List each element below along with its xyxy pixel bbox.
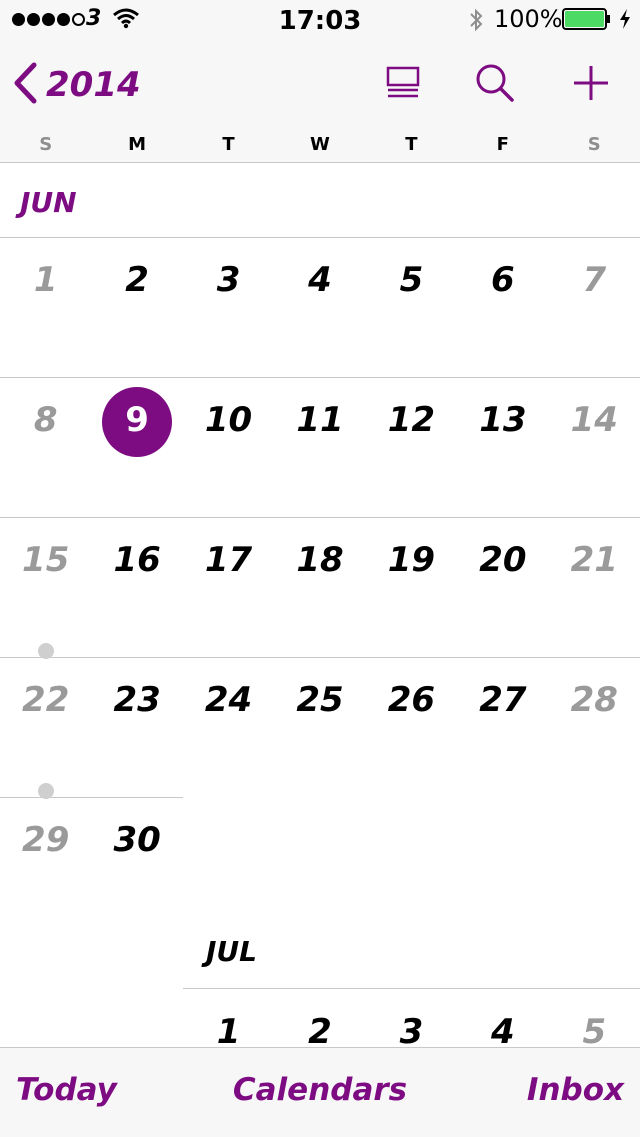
today-date[interactable]: 9 — [91, 400, 182, 440]
signal-dot — [57, 13, 70, 26]
calendar-header: 3 17:03 100% 2014 S M T W T F S — [0, 0, 640, 163]
chevron-left-icon — [12, 61, 38, 109]
day-cell[interactable]: 28 — [549, 680, 640, 720]
signal-strength-icon — [12, 13, 87, 26]
list-view-button[interactable] — [378, 62, 428, 108]
day-cell[interactable]: 7 — [549, 260, 640, 300]
back-to-year-button[interactable]: 2014 — [12, 62, 141, 108]
day-cell[interactable]: 23 — [91, 680, 182, 720]
day-cell[interactable]: 8 — [0, 400, 91, 440]
back-label: 2014 — [46, 65, 141, 105]
list-view-icon — [386, 66, 420, 104]
day-cell[interactable]: 6 — [457, 260, 548, 300]
search-button[interactable] — [470, 62, 520, 108]
day-cell[interactable]: 24 — [183, 680, 274, 720]
day-cell[interactable]: 17 — [183, 540, 274, 580]
weekday-label: S — [587, 134, 601, 155]
day-cell[interactable]: 16 — [91, 540, 182, 580]
day-cell[interactable]: 3 — [183, 260, 274, 300]
day-cell[interactable]: 25 — [274, 680, 365, 720]
search-icon — [475, 63, 515, 107]
add-event-button[interactable] — [566, 62, 616, 108]
signal-dot — [42, 13, 55, 26]
day-cell[interactable]: 4 — [274, 260, 365, 300]
week-separator — [0, 517, 640, 518]
day-cell[interactable]: 29 — [0, 820, 91, 860]
day-cell[interactable]: 27 — [457, 680, 548, 720]
battery-percentage: 100% — [494, 5, 563, 33]
weekday-label: F — [496, 134, 509, 155]
day-cell[interactable]: 13 — [457, 400, 548, 440]
clock: 17:03 — [278, 6, 362, 36]
weekday-label: S — [39, 134, 53, 155]
day-cell[interactable]: 1 — [183, 1012, 274, 1052]
battery-icon — [562, 8, 612, 34]
weekday-label: T — [405, 134, 418, 155]
wifi-icon — [112, 7, 140, 33]
day-cell[interactable]: 22 — [0, 680, 91, 720]
signal-dot — [27, 13, 40, 26]
day-cell[interactable]: 12 — [366, 400, 457, 440]
bottom-toolbar: Today Calendars Inbox — [0, 1047, 640, 1137]
day-cell[interactable]: 15 — [0, 540, 91, 580]
signal-dot — [72, 13, 85, 26]
day-cell[interactable]: 18 — [274, 540, 365, 580]
day-cell[interactable]: 21 — [549, 540, 640, 580]
weekday-label: W — [310, 134, 330, 155]
bluetooth-icon — [468, 6, 484, 38]
charging-bolt-icon — [618, 8, 632, 34]
day-cell[interactable]: 19 — [366, 540, 457, 580]
week-separator — [0, 377, 640, 378]
carrier-name: 3 — [86, 6, 102, 31]
status-bar: 3 17:03 100% — [0, 0, 640, 40]
day-cell[interactable]: 10 — [183, 400, 274, 440]
day-cell[interactable]: 5 — [549, 1012, 640, 1052]
week-separator — [183, 988, 640, 989]
day-cell[interactable]: 3 — [366, 1012, 457, 1052]
week-separator — [0, 237, 640, 238]
weekday-header: SMTWTFS — [0, 128, 640, 162]
event-indicator-dot — [37, 783, 54, 799]
month-label: JUN — [20, 186, 77, 219]
week-separator — [0, 657, 640, 658]
week-separator — [0, 797, 183, 798]
day-cell[interactable]: 30 — [91, 820, 182, 860]
weekday-label: M — [128, 134, 147, 155]
day-cell[interactable]: 2 — [91, 260, 182, 300]
day-cell[interactable]: 26 — [366, 680, 457, 720]
weekday-label: T — [222, 134, 235, 155]
day-cell[interactable]: 4 — [457, 1012, 548, 1052]
day-cell[interactable]: 2 — [274, 1012, 365, 1052]
day-cell[interactable]: 20 — [457, 540, 548, 580]
event-indicator-dot — [37, 643, 54, 659]
signal-dot — [12, 13, 25, 26]
day-cell[interactable]: 11 — [274, 400, 365, 440]
day-cell[interactable]: 14 — [549, 400, 640, 440]
navigation-bar: 2014 — [0, 40, 640, 128]
day-cell[interactable]: 1 — [0, 260, 91, 300]
inbox-button[interactable]: Inbox — [527, 1072, 624, 1108]
day-cell[interactable]: 5 — [366, 260, 457, 300]
month-label: JUL — [206, 935, 257, 968]
plus-icon — [572, 64, 610, 106]
